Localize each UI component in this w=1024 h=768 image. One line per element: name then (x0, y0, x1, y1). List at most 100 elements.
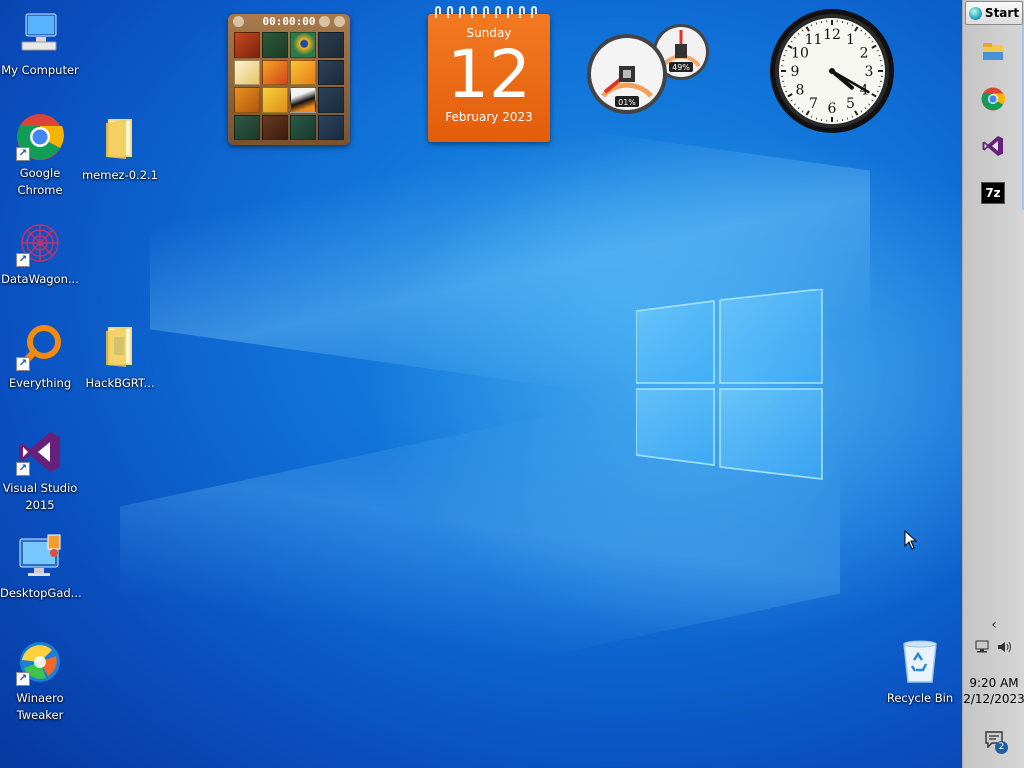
notification-count-badge: 2 (995, 741, 1008, 754)
picture-puzzle-gadget[interactable]: 00:00:00 (228, 14, 350, 145)
tray-icons (963, 640, 1024, 654)
recycle-bin-icon (896, 638, 944, 686)
desktop-icon-label: HackBGRT... (85, 376, 155, 390)
puzzle-tile[interactable] (290, 32, 316, 58)
start-orb-icon (968, 6, 982, 20)
start-button[interactable]: Start (965, 1, 1023, 25)
folder-icon (96, 323, 144, 371)
datawagon-icon: ↗ (16, 219, 64, 267)
desktop-icon-label: Winaero Tweaker (16, 691, 64, 722)
7zip-icon-text: 7z (985, 186, 1001, 200)
taskbar-chrome[interactable] (978, 84, 1008, 114)
puzzle-timer: 00:00:00 (262, 15, 316, 28)
chevron-left-icon: ‹ (991, 617, 997, 633)
start-button-label: Start (984, 6, 1020, 20)
taskbar-file-explorer[interactable] (978, 37, 1008, 67)
shortcut-arrow-icon: ↗ (16, 147, 30, 161)
shortcut-arrow-icon: ↗ (16, 357, 30, 371)
clock-numeral: 6 (828, 101, 837, 117)
desktop-icon-google-chrome[interactable]: ↗ Google Chrome (0, 113, 80, 199)
puzzle-tile[interactable] (318, 87, 344, 113)
puzzle-tile[interactable] (318, 59, 344, 85)
taskbar-clock[interactable]: 9:20 AM 2/12/2023 (963, 676, 1024, 706)
shortcut-arrow-icon: ↗ (16, 672, 30, 686)
volume-icon[interactable] (997, 640, 1013, 654)
puzzle-grid (234, 32, 344, 140)
desktop: My Computer ↗ Google Chrome memez-0.2.1 (0, 0, 962, 768)
puzzle-tile[interactable] (262, 59, 288, 85)
desktop-icon-label: DataWagon... (1, 272, 79, 286)
desktop-icon-label: Visual Studio 2015 (2, 481, 78, 512)
clock-numeral: 5 (846, 96, 855, 112)
puzzle-tile[interactable] (262, 87, 288, 113)
desktop-icon-everything[interactable]: ↗ Everything (0, 323, 80, 392)
puzzle-solve-icon[interactable] (334, 16, 345, 27)
show-hidden-icons-chevron[interactable]: ‹ (963, 617, 1024, 633)
chrome-icon (981, 87, 1005, 111)
calendar-month-year: February 2023 (445, 110, 533, 124)
puzzle-tile[interactable] (262, 114, 288, 140)
puzzle-tile[interactable] (318, 32, 344, 58)
desktop-icon-label: Recycle Bin (886, 691, 954, 705)
clock-numeral: 3 (865, 64, 874, 80)
taskbar-date: 2/12/2023 (963, 692, 1024, 706)
puzzle-tile[interactable] (262, 32, 288, 58)
taskbar-visual-studio[interactable] (978, 131, 1008, 161)
calendar-day-number: 12 (447, 36, 531, 113)
desktop-gadgets-icon (16, 533, 64, 581)
clock-gadget[interactable]: 121234567891011 (768, 7, 896, 135)
everything-search-icon: ↗ (16, 323, 64, 371)
desktop-icon-label: Google Chrome (17, 166, 63, 197)
desktop-icon-visual-studio[interactable]: ↗ Visual Studio 2015 (0, 428, 80, 514)
desktop-icon-memez[interactable]: memez-0.2.1 (80, 115, 160, 184)
vertical-taskbar: Start 7z ‹ 9:20 AM 2/12/2023 2 (962, 0, 1024, 768)
desktop-icon-label: DesktopGad... (0, 586, 82, 600)
clock-numeral: 8 (795, 83, 804, 99)
desktop-icon-hackbgrt[interactable]: HackBGRT... (80, 323, 160, 392)
clock-numeral: 7 (809, 96, 818, 112)
windows-logo-wallpaper (636, 289, 823, 480)
desktop-icon-recycle-bin[interactable]: Recycle Bin (880, 638, 960, 707)
calendar-gadget[interactable]: Sunday 12 February 2023 (428, 6, 550, 142)
taskbar-7zip[interactable]: 7z (978, 178, 1008, 208)
action-center-button[interactable]: 2 (963, 730, 1024, 754)
memory-meter-value: 49% (672, 63, 690, 72)
puzzle-back-icon[interactable] (233, 16, 244, 27)
file-explorer-icon (983, 43, 1003, 60)
clock-numeral: 12 (823, 27, 841, 43)
puzzle-tile[interactable] (234, 59, 260, 85)
visual-studio-icon: ↗ (16, 428, 64, 476)
chrome-icon: ↗ (16, 113, 64, 161)
cpu-meter-gadget[interactable]: 49% 01% (585, 22, 715, 118)
puzzle-tile[interactable] (234, 87, 260, 113)
shortcut-arrow-icon: ↗ (16, 253, 30, 267)
puzzle-toolbar: 00:00:00 (228, 14, 350, 30)
shortcut-arrow-icon: ↗ (16, 462, 30, 476)
desktop-icon-label: My Computer (1, 63, 79, 77)
desktop-icon-my-computer[interactable]: My Computer (0, 10, 80, 79)
winaero-tweaker-icon: ↗ (16, 638, 64, 686)
cpu-meter-value: 01% (618, 98, 636, 107)
puzzle-tile[interactable] (234, 32, 260, 58)
puzzle-tile[interactable] (234, 114, 260, 140)
desktop-icon-desktopgadgets[interactable]: DesktopGad... (0, 533, 82, 602)
network-icon[interactable] (975, 640, 991, 654)
puzzle-tile[interactable] (290, 114, 316, 140)
puzzle-help-icon[interactable] (319, 16, 330, 27)
puzzle-tile[interactable] (318, 114, 344, 140)
clock-numeral: 11 (805, 32, 823, 48)
clock-numeral: 2 (860, 46, 869, 62)
clock-numeral: 9 (791, 64, 800, 80)
desktop-icon-winaero-tweaker[interactable]: ↗ Winaero Tweaker (0, 638, 80, 724)
puzzle-tile[interactable] (290, 59, 316, 85)
taskbar-time: 9:20 AM (969, 676, 1019, 690)
desktop-icon-label: memez-0.2.1 (81, 168, 158, 182)
7zip-icon: 7z (981, 182, 1005, 204)
computer-icon (16, 10, 64, 58)
puzzle-tile[interactable] (290, 87, 316, 113)
mouse-cursor-icon (904, 530, 918, 550)
folder-icon (96, 115, 144, 163)
desktop-icon-label: Everything (8, 376, 72, 390)
desktop-icon-datawagon[interactable]: ↗ DataWagon... (0, 219, 80, 288)
visual-studio-icon (982, 136, 1003, 156)
